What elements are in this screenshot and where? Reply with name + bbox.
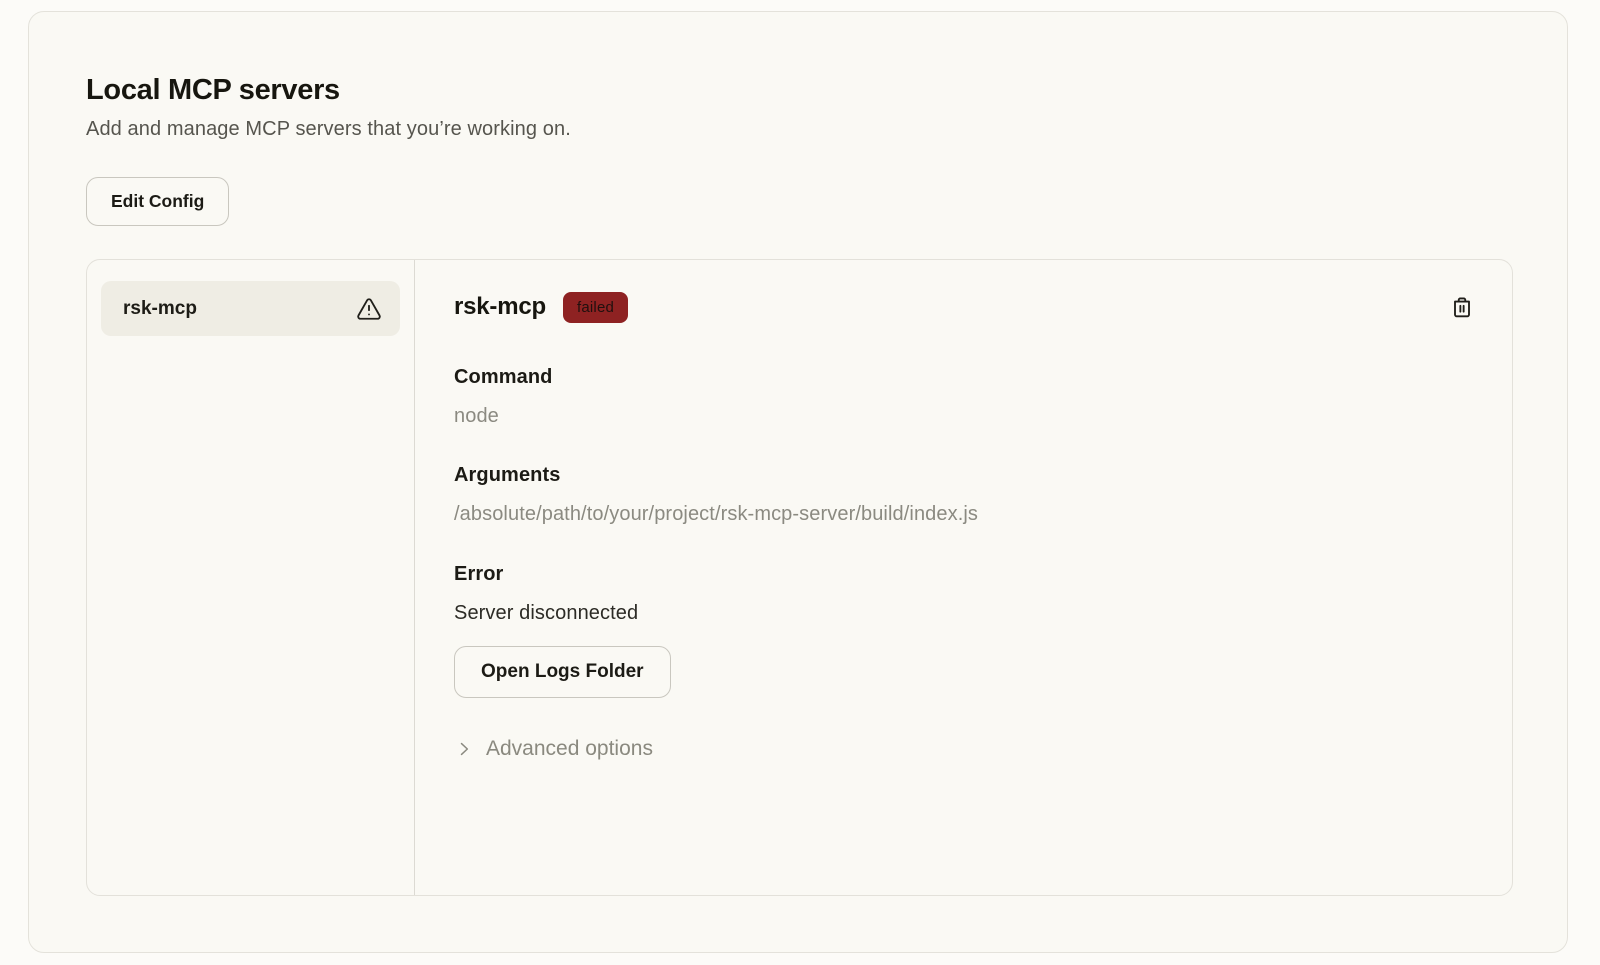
delete-server-button[interactable]: [1446, 291, 1478, 323]
server-list-item-rsk-mcp[interactable]: rsk-mcp: [101, 281, 400, 336]
server-detail-title-row: rsk-mcp failed: [454, 292, 628, 323]
trash-icon: [1448, 293, 1476, 321]
warning-triangle-icon: [356, 296, 382, 322]
command-value: node: [454, 405, 1478, 428]
server-detail-header: rsk-mcp failed: [454, 291, 1478, 323]
server-list: rsk-mcp: [87, 260, 415, 895]
page-title: Local MCP servers: [86, 74, 1511, 107]
servers-panel: rsk-mcp rsk-mcp failed: [86, 259, 1513, 896]
arguments-field: Arguments /absolute/path/to/your/project…: [454, 464, 1478, 526]
status-badge: failed: [563, 292, 628, 323]
open-logs-folder-button[interactable]: Open Logs Folder: [454, 646, 671, 698]
server-list-item-name: rsk-mcp: [123, 298, 197, 320]
advanced-options-toggle[interactable]: Advanced options: [454, 737, 653, 761]
command-label: Command: [454, 366, 1478, 389]
chevron-right-icon: [454, 739, 474, 759]
edit-config-button[interactable]: Edit Config: [86, 177, 229, 226]
server-detail-pane: rsk-mcp failed Command n: [415, 260, 1512, 895]
error-label: Error: [454, 563, 1478, 586]
arguments-value: /absolute/path/to/your/project/rsk-mcp-s…: [454, 503, 1478, 526]
error-field: Error Server disconnected: [454, 563, 1478, 625]
page-subtitle: Add and manage MCP servers that you’re w…: [86, 118, 1511, 141]
server-name-heading: rsk-mcp: [454, 293, 546, 321]
arguments-label: Arguments: [454, 464, 1478, 487]
command-field: Command node: [454, 366, 1478, 428]
error-value: Server disconnected: [454, 602, 1478, 625]
advanced-options-label: Advanced options: [486, 737, 653, 761]
settings-card: Local MCP servers Add and manage MCP ser…: [28, 11, 1568, 953]
